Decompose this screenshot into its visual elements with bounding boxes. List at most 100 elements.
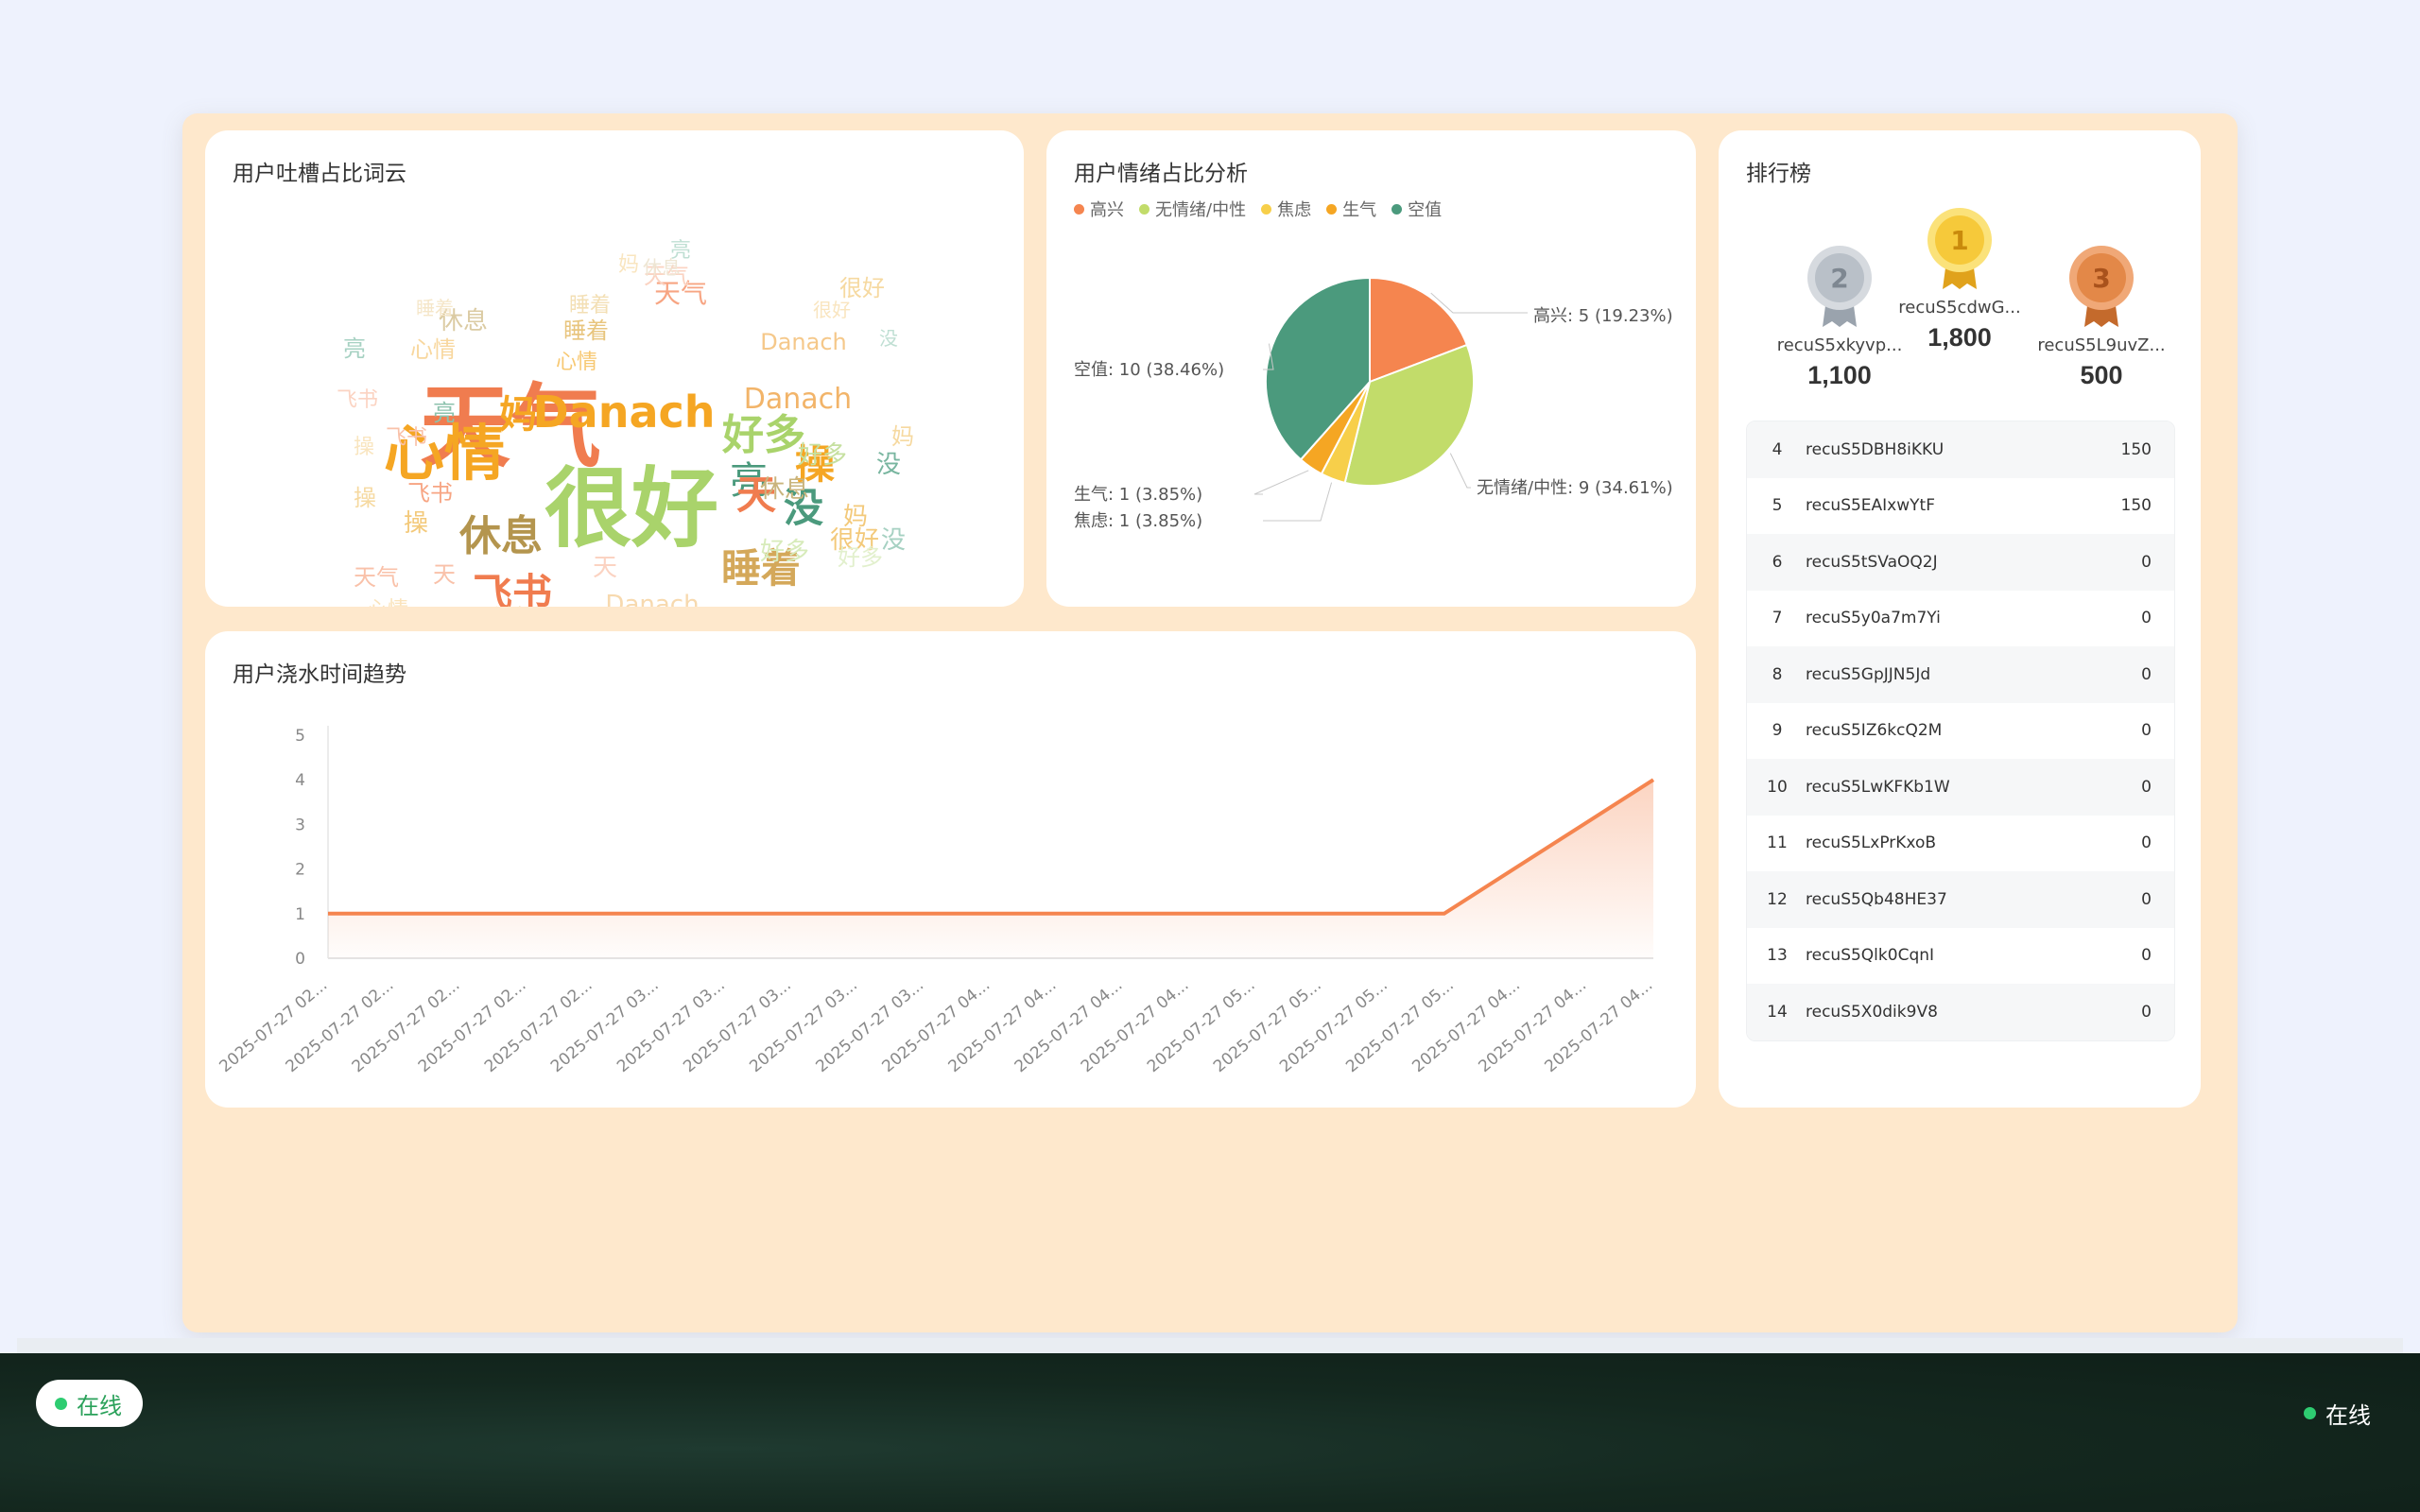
rank-number: 9	[1772, 721, 1783, 741]
podium-score: 1,100	[1807, 361, 1872, 389]
wordcloud-word: 天气	[354, 564, 399, 591]
watering-trend-chart: 0123452025-07-27 02...2025-07-27 02...20…	[216, 726, 1656, 1077]
wordcloud-word: 天	[593, 554, 617, 582]
wordcloud-word: 心情	[367, 598, 408, 607]
rank-score: 0	[2141, 664, 2152, 684]
wordcloud-word: 没	[881, 526, 906, 555]
rank-number: 8	[1772, 664, 1783, 684]
wordcloud-word: Danach	[532, 387, 715, 438]
svg-text:3: 3	[2092, 263, 2110, 294]
wordcloud-word: 亮	[343, 335, 366, 362]
wordcloud-word: Danach	[760, 329, 847, 355]
rank-score: 0	[2141, 721, 2152, 741]
bronze-medal-icon: 3	[2069, 246, 2134, 327]
emotion-pie-chart: 高兴: 5 (19.23%) 无情绪/中性: 9 (34.61%) 焦虑: 1 (3…	[1074, 276, 1673, 531]
leaderboard-row[interactable]: 11 recuS5LxPrKxoB 0	[1747, 815, 2174, 871]
pie-data-label: 无情绪/中性: 9 (34.61%)	[1477, 478, 1673, 498]
pie-label-line	[1449, 453, 1471, 489]
rank-user-id: recuS5Qb48HE37	[1806, 889, 1947, 909]
leaderboard-row[interactable]: 14 recuS5X0dik9V8 0	[1747, 984, 2174, 1040]
y-tick-label: 3	[295, 816, 305, 834]
wordcloud-word: 睡着	[563, 318, 609, 344]
leaderboard-row[interactable]: 4 recuS5DBH8iKKU 150	[1747, 421, 2174, 478]
wordcloud-word: 好多	[721, 411, 805, 459]
wordcloud-card: 用户吐槽占比词云 天气 很好 心情 Danach 妈好多亮操天没休息 飞书 睡着 心情 Dana…	[205, 130, 1024, 607]
podium: 2 recuS5xkyvp... 1,100 1 recuS5cdwG... 1…	[1719, 206, 2201, 452]
leaderboard-row[interactable]: 12 recuS5Qb48HE37 0	[1747, 871, 2174, 928]
rank-number: 6	[1772, 552, 1783, 572]
pie-data-label: 高兴: 5 (19.23%)	[1533, 306, 1673, 326]
y-tick-label: 2	[295, 861, 305, 880]
wordcloud-word: Danach	[605, 591, 699, 607]
x-tick-label: 2025-07-27 02...	[216, 976, 332, 1077]
wordcloud-word: 妈	[499, 393, 537, 437]
trend-area	[328, 780, 1653, 958]
rank-score: 0	[2141, 1002, 2152, 1022]
leaderboard-row[interactable]: 5 recuS5EAIxwYtF 150	[1747, 477, 2174, 534]
rank-user-id: recuS5Qlk0CqnI	[1806, 946, 1935, 966]
pie-data-label: 生气: 1 (3.85%)	[1074, 485, 1202, 505]
podium-score: 500	[2080, 361, 2123, 389]
wordcloud-word: 好多	[838, 544, 883, 571]
rank-user-id: recuS5IZ6kcQ2M	[1806, 721, 1943, 741]
wordcloud-word: 妈	[618, 253, 639, 277]
leaderboard-row[interactable]: 9 recuS5IZ6kcQ2M 0	[1747, 702, 2174, 759]
rank-number: 13	[1767, 946, 1788, 966]
y-tick-label: 1	[295, 905, 305, 924]
rank-user-id: recuS5EAIxwYtF	[1806, 496, 1935, 516]
leaderboard-row[interactable]: 8 recuS5GpJJN5Jd 0	[1747, 646, 2174, 703]
leaderboard-table: 4 recuS5DBH8iKKU 150 5 recuS5EAIxwYtF 150 6 rec…	[1746, 421, 2175, 1041]
podium-name: recuS5L9uvZ...	[2037, 335, 2166, 355]
wordcloud-word: 睡着	[475, 604, 527, 607]
wordcloud-word: 好多	[798, 441, 847, 470]
wordcloud-word: 操	[354, 485, 376, 511]
wordcloud-word: 很好	[813, 299, 851, 321]
podium-first[interactable]: 1 recuS5cdwG... 1,800	[1889, 206, 2031, 352]
wordcloud-word: 操	[404, 509, 428, 538]
rank-user-id: recuS5X0dik9V8	[1806, 1002, 1938, 1022]
wordcloud-word: 心情	[556, 351, 597, 374]
wordcloud-word: 睡着	[569, 294, 611, 318]
wordcloud-word: 飞书	[337, 388, 378, 412]
bottom-bar	[0, 1353, 2420, 1512]
online-status-label: 在线	[77, 1392, 122, 1419]
wordcloud-word: 心情	[410, 336, 456, 363]
wordcloud-word: 休息	[643, 256, 681, 279]
leaderboard-row[interactable]: 10 recuS5LwKFKb1W 0	[1747, 759, 2174, 816]
online-status-pill[interactable]: 在线	[36, 1380, 143, 1427]
rank-user-id: recuS5LxPrKxoB	[1806, 833, 1937, 853]
pie-label-line	[1253, 470, 1309, 495]
leaderboard-row[interactable]: 6 recuS5tSVaOQ2J 0	[1747, 534, 2174, 591]
wordcloud-word: Danach	[744, 383, 852, 416]
wordcloud-word: 飞书	[473, 570, 552, 607]
rank-score: 150	[2120, 496, 2152, 516]
trend-line	[328, 778, 1655, 916]
wordcloud-word: 飞书	[407, 480, 453, 507]
leaderboard-row[interactable]: 7 recuS5y0a7m7Yi 0	[1747, 590, 2174, 646]
online-dot-icon	[55, 1397, 67, 1410]
rank-score: 0	[2141, 833, 2152, 853]
rank-score: 0	[2141, 889, 2152, 909]
rank-score: 0	[2141, 609, 2152, 628]
wordcloud-word: 操	[354, 436, 374, 459]
pie-label-line	[1263, 482, 1333, 522]
rank-user-id: recuS5LwKFKb1W	[1806, 777, 1950, 797]
rank-user-id: recuS5y0a7m7Yi	[1806, 609, 1941, 628]
svg-text:2: 2	[1830, 263, 1848, 294]
wordcloud-word: 休息	[458, 512, 543, 560]
rank-number: 11	[1767, 833, 1788, 853]
wordcloud-word: 妈	[843, 503, 868, 531]
podium-third[interactable]: 3 recuS5L9uvZ... 500	[2031, 244, 2172, 390]
rank-number: 12	[1767, 889, 1788, 909]
y-tick-label: 4	[295, 771, 305, 790]
wordcloud-word: 天	[433, 561, 456, 588]
silver-medal-icon: 2	[1807, 246, 1872, 327]
y-tick-label: 0	[295, 950, 305, 969]
wordcloud-word: 妈	[891, 423, 914, 450]
svg-text:1: 1	[1950, 225, 1968, 256]
leaderboard-row[interactable]: 13 recuS5Qlk0CqnI 0	[1747, 927, 2174, 984]
wordcloud-chart: 天气很好心情Danach妈 好多亮 操天 没休息飞书睡着心情Danach天气休息好多睡…	[337, 239, 914, 607]
rank-score: 0	[2141, 777, 2152, 797]
online-status-right: 在线	[2304, 1397, 2371, 1430]
wordcloud-word: 好多	[760, 538, 809, 566]
